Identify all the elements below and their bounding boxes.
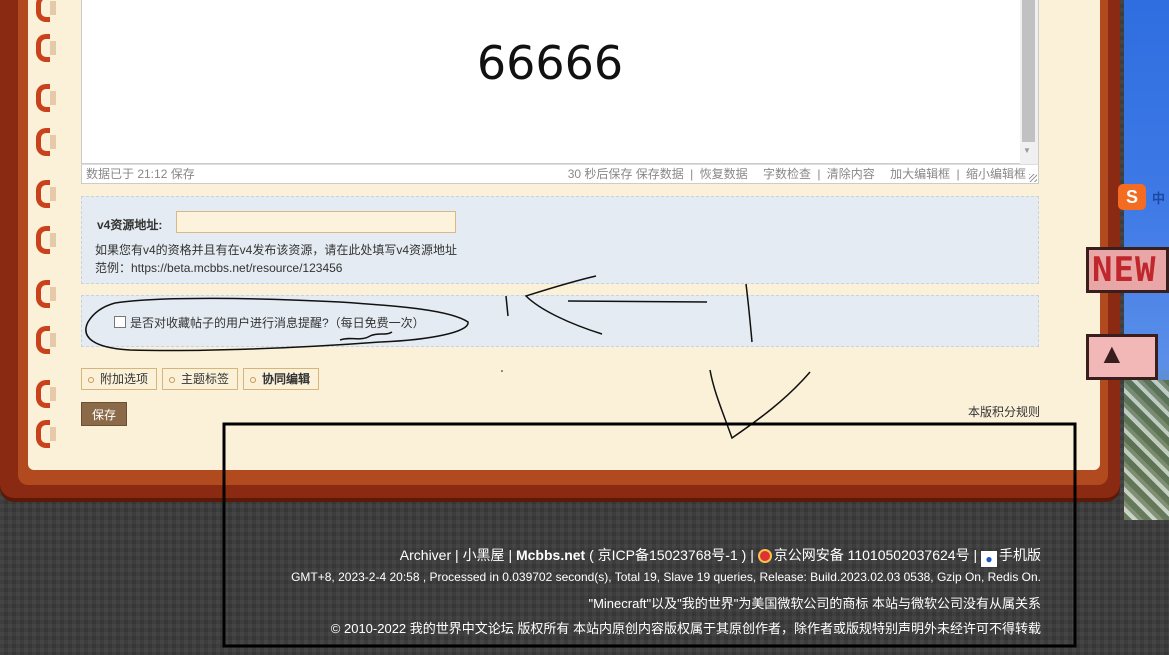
- save-data-link[interactable]: 保存数据: [636, 167, 684, 181]
- icp-link[interactable]: ( 京ICP备15023768号-1 ): [589, 547, 746, 563]
- binding-ring: [36, 380, 56, 408]
- archiver-link[interactable]: Archiver: [400, 547, 451, 563]
- bullet-icon: [250, 376, 256, 383]
- v4-example: 范例：https://beta.mcbbs.net/resource/12345…: [95, 261, 343, 275]
- editor-status-bar: 数据已于 21:12 保存 30 秒后保存 保存数据 | 恢复数据 字数检查 |…: [81, 164, 1039, 184]
- topic-tags-label: 主题标签: [181, 372, 230, 386]
- binding-ring: [36, 0, 56, 22]
- site-name-link[interactable]: Mcbbs.net: [516, 547, 585, 563]
- collab-edit-label: 协同编辑: [262, 372, 311, 386]
- v4-resource-section: v4资源地址: 如果您有v4的资格并且有在v4发布该资源，请在此处填写v4资源地…: [81, 196, 1039, 284]
- background-scenery: [1124, 380, 1169, 520]
- police-badge-icon: [757, 549, 772, 563]
- footer-stats: GMT+8, 2023-2-4 20:58 , Processed in 0.0…: [291, 570, 1041, 584]
- post-editor[interactable]: 66666 ▼: [81, 0, 1039, 164]
- editor-actions: 30 秒后保存 保存数据 | 恢复数据 字数检查 | 清除内容 加大编辑框 | …: [567, 167, 1026, 181]
- footer-trademark: "Minecraft"以及"我的世界"为美国微软公司的商标 本站与微软公司没有从…: [588, 596, 1041, 611]
- credit-rules-link[interactable]: 本版积分规则: [968, 403, 1040, 420]
- footer-separator: |: [508, 547, 513, 563]
- topic-tags-button[interactable]: 主题标签: [162, 368, 239, 390]
- autosave-countdown: 30 秒后保存: [567, 167, 633, 181]
- resize-grip-icon[interactable]: [1029, 174, 1037, 182]
- binding-ring: [36, 84, 56, 112]
- v4-hint: 如果您有v4的资格并且有在v4发布该资源，请在此处填写v4资源地址: [95, 243, 458, 257]
- notify-checkbox[interactable]: [114, 316, 126, 328]
- mobile-version-link[interactable]: 手机版: [999, 547, 1041, 563]
- mobile-paw-icon: ●: [981, 551, 997, 567]
- editor-content[interactable]: 66666: [82, 36, 1018, 90]
- restore-data-link[interactable]: 恢复数据: [700, 167, 748, 181]
- bullet-icon: [88, 376, 94, 383]
- collab-edit-button[interactable]: 协同编辑: [243, 368, 320, 390]
- v4-resource-label: v4资源地址:: [97, 218, 163, 232]
- binding-ring: [36, 226, 56, 254]
- sogou-s-icon[interactable]: S: [1118, 184, 1146, 210]
- arrow-up-icon[interactable]: ▲: [1098, 338, 1126, 370]
- editor-scrollbar[interactable]: ▼: [1020, 0, 1038, 164]
- footer-separator: |: [973, 547, 978, 563]
- footer-copyright: © 2010-2022 我的世界中文论坛 版权所有 本站内原创内容版权属于其原创…: [330, 621, 1041, 636]
- extra-options-button[interactable]: 附加选项: [81, 368, 158, 390]
- save-button[interactable]: 保存: [81, 402, 127, 426]
- footer-links: Archiver | 小黑屋 | Mcbbs.net ( 京ICP备150237…: [400, 545, 1041, 567]
- footer-separator: |: [750, 547, 754, 563]
- binding-ring: [36, 34, 56, 62]
- binding-ring: [36, 180, 56, 208]
- xiaoheiwu-link[interactable]: 小黑屋: [463, 547, 505, 563]
- binding-ring: [36, 326, 56, 354]
- bullet-icon: [169, 376, 175, 383]
- binding-ring: [36, 280, 56, 308]
- binding-ring: [36, 128, 56, 156]
- shrink-editor-link[interactable]: 缩小编辑框: [966, 167, 1026, 181]
- autosave-status: 数据已于 21:12 保存: [86, 167, 195, 181]
- scroll-down-icon[interactable]: ▼: [1023, 146, 1031, 155]
- scrollbar-thumb[interactable]: [1022, 0, 1035, 142]
- binding-ring: [36, 420, 56, 448]
- v4-resource-input[interactable]: [176, 211, 456, 233]
- extra-options-label: 附加选项: [100, 372, 149, 386]
- notify-label[interactable]: 是否对收藏帖子的用户进行消息提醒?（每日免费一次）: [130, 314, 425, 331]
- police-record-link[interactable]: 京公网安备 11010502037624号: [774, 547, 970, 563]
- sogou-label: 中: [1152, 191, 1166, 206]
- footer-separator: |: [455, 547, 459, 563]
- enlarge-editor-link[interactable]: 加大编辑框: [890, 167, 950, 181]
- clear-content-link[interactable]: 清除内容: [827, 167, 875, 181]
- new-badge-text: NEW: [1092, 250, 1157, 290]
- word-count-link[interactable]: 字数检查: [763, 167, 811, 181]
- notify-section: 是否对收藏帖子的用户进行消息提醒?（每日免费一次）: [81, 295, 1039, 347]
